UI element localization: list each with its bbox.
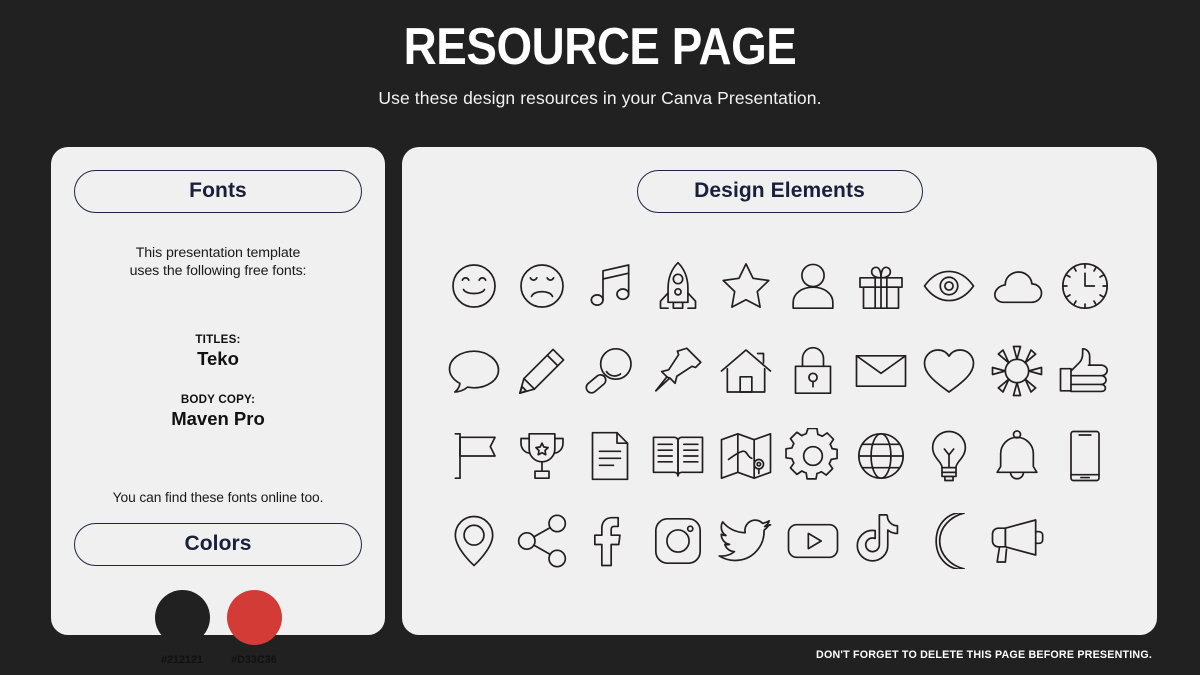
swatch-dark-dot[interactable] — [154, 589, 210, 645]
speech-bubble-icon[interactable] — [446, 343, 502, 399]
titles-font-name: Teko — [197, 347, 239, 369]
trophy-icon[interactable] — [514, 428, 570, 484]
magnifying-glass-icon[interactable] — [582, 343, 638, 399]
gear-icon[interactable] — [785, 428, 841, 484]
eye-icon[interactable] — [921, 258, 977, 314]
colors-badge[interactable]: Colors — [74, 522, 362, 566]
globe-icon[interactable] — [853, 428, 909, 484]
thumbs-up-icon[interactable] — [1057, 343, 1113, 399]
swatch-red-dot[interactable] — [226, 589, 282, 645]
twitter-icon[interactable] — [718, 513, 774, 569]
pencil-icon[interactable] — [514, 343, 570, 399]
music-note-icon[interactable] — [582, 258, 638, 314]
map-icon[interactable] — [718, 428, 774, 484]
swatch-red[interactable]: #D33C36 — [226, 589, 282, 666]
gift-icon[interactable] — [853, 258, 909, 314]
house-icon[interactable] — [718, 343, 774, 399]
body-font-block: BODY COPY: Maven Pro — [171, 393, 265, 430]
person-icon[interactable] — [785, 258, 841, 314]
swatch-dark[interactable]: #212121 — [154, 589, 210, 666]
page-header: RESOURCE PAGE Use these design resources… — [0, 0, 1200, 109]
youtube-icon[interactable] — [785, 513, 841, 569]
location-pin-icon[interactable] — [446, 513, 502, 569]
pushpin-icon[interactable] — [650, 343, 706, 399]
rocket-icon[interactable] — [650, 258, 706, 314]
colors-badge-wrap: Colors — [74, 522, 362, 566]
footer-warning-note: DON'T FORGET TO DELETE THIS PAGE BEFORE … — [816, 649, 1152, 661]
envelope-icon[interactable] — [853, 343, 909, 399]
smiley-face-icon[interactable] — [446, 258, 502, 314]
bell-icon[interactable] — [989, 428, 1045, 484]
tiktok-icon[interactable] — [853, 513, 909, 569]
titles-font-block: TITLES: Teko — [195, 333, 240, 370]
design-elements-panel: Design Elements — [402, 147, 1157, 635]
lightbulb-icon[interactable] — [921, 428, 977, 484]
star-icon[interactable] — [718, 258, 774, 314]
sad-face-icon[interactable] — [514, 258, 570, 314]
design-elements-badge[interactable]: Design Elements — [636, 170, 923, 213]
smartphone-icon[interactable] — [1057, 428, 1113, 484]
megaphone-icon[interactable] — [989, 513, 1045, 569]
sun-icon[interactable] — [989, 343, 1045, 399]
swatch-red-label: #D33C36 — [231, 653, 277, 666]
lock-icon[interactable] — [785, 343, 841, 399]
instagram-icon[interactable] — [650, 513, 706, 569]
page-subtitle: Use these design resources in your Canva… — [378, 88, 822, 108]
fonts-outro: You can find these fonts online too. — [112, 489, 324, 505]
page-title: RESOURCE PAGE — [403, 18, 797, 76]
fonts-intro-line-1: This presentation template — [135, 245, 301, 261]
fonts-colors-panel: Fonts This presentation template uses th… — [51, 147, 385, 666]
fonts-badge[interactable]: Fonts — [74, 170, 362, 213]
cloud-icon[interactable] — [989, 258, 1045, 314]
share-icon[interactable] — [514, 513, 570, 569]
facebook-icon[interactable] — [582, 513, 638, 569]
clock-icon[interactable] — [1057, 258, 1113, 314]
swatch-dark-label: #212121 — [161, 653, 203, 666]
moon-icon[interactable] — [921, 513, 977, 569]
fonts-intro: This presentation template uses the foll… — [130, 245, 307, 281]
open-book-icon[interactable] — [650, 428, 706, 484]
document-icon[interactable] — [582, 428, 638, 484]
icon-grid — [422, 243, 1137, 583]
flag-icon[interactable] — [446, 428, 502, 484]
body-kicker: BODY COPY: — [180, 392, 256, 406]
color-swatch-list: #212121 #D33C36 — [154, 589, 282, 666]
titles-kicker: TITLES: — [195, 332, 241, 346]
body-font-name: Maven Pro — [171, 407, 265, 429]
panels-container: Fonts This presentation template uses th… — [51, 147, 1157, 666]
fonts-intro-line-2: uses the following free fonts: — [129, 262, 307, 279]
heart-icon[interactable] — [921, 343, 977, 399]
